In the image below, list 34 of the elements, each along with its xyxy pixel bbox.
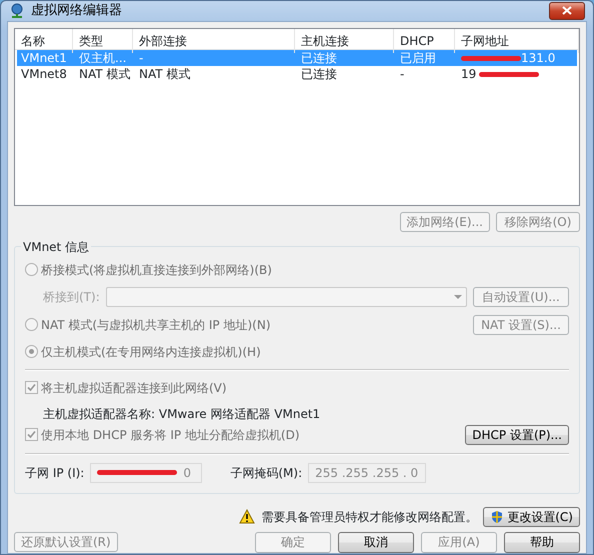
table-cell-text: NAT 模式 [138,66,192,82]
dialog-button[interactable]: 取消 [338,532,414,552]
close-button[interactable] [549,2,585,20]
field-label: 子网掩码(M): [230,464,302,482]
table-cell-text: 已连接 [300,66,338,82]
table-cell-text: - [138,50,144,66]
field-label: 桥接到(T): [43,288,100,306]
adapter-name-text: 主机虚拟适配器名称: VMware 网络适配器 VMnet1 [42,406,322,422]
redaction-mark [479,72,540,77]
table-row[interactable]: VMnet8 NAT 模式 NAT 模式 已连接 - 19 [17,66,577,82]
shield-icon [490,510,504,524]
table-cell-text: VMnet8 [20,66,68,82]
network-icon [9,2,25,19]
table-cell-text: - [399,66,406,82]
table-cell: 131.0 [521,50,556,64]
table-cell-text: 仅主机... [78,50,128,66]
field-label: 子网 IP (I): [25,464,84,482]
mask-field[interactable]: 255 .255 .255 . 0 [308,462,426,482]
window-title: 虚拟网络编辑器 [31,2,122,20]
close-icon [562,6,572,16]
table-cell: 19 [461,66,476,80]
table-cell-text: VMnet1 [20,50,68,66]
dhcp-settings-button[interactable]: DHCP 设置(P)... [465,424,569,444]
admin-notice: 需要具备管理员特权才能修改网络配置。 [261,508,478,526]
table-cell-text: 已启用 [399,50,437,66]
change-settings-button[interactable]: 更改设置(C) [483,506,580,526]
redaction-mark [461,56,521,61]
table-cell-text: 已连接 [300,50,338,66]
warning-icon [239,509,256,524]
dropdown-arrow-icon [454,294,462,298]
ip-field[interactable]: 0 [90,462,202,482]
dialog-button[interactable]: 帮助 [504,532,580,552]
table-row[interactable]: VMnet1 仅主机... - 已连接 已启用 131.0 [17,50,577,66]
table-cell-text: NAT 模式 [78,66,132,82]
